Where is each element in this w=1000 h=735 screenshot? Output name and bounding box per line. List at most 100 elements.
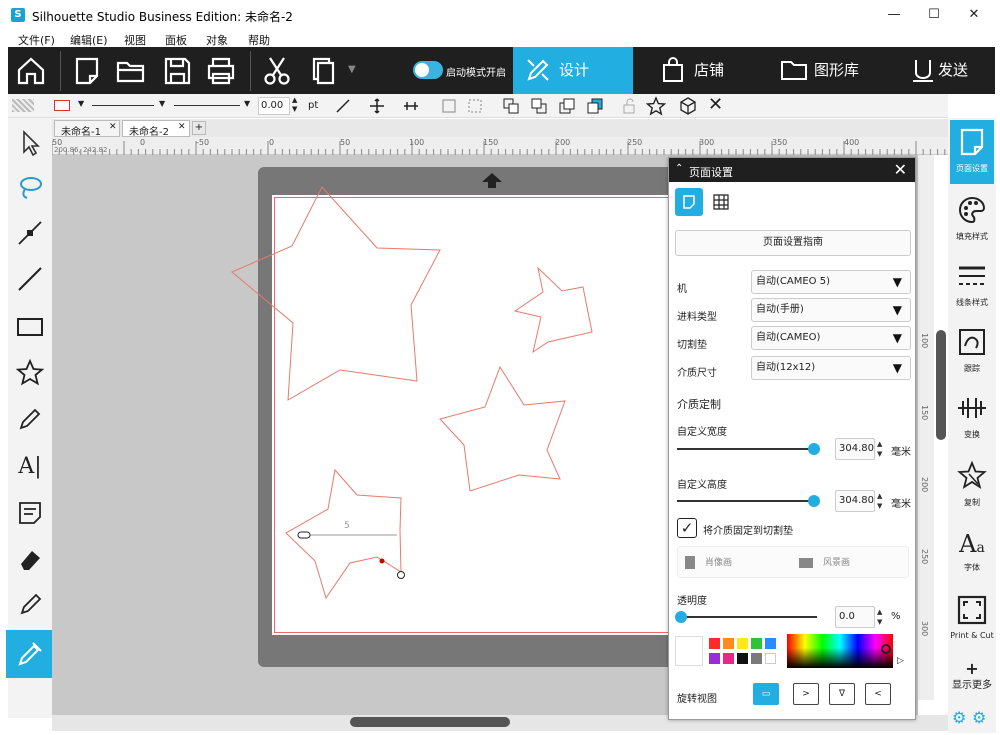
line-style-tool[interactable]: 线条样式 — [948, 260, 996, 308]
eyedropper-tool[interactable] — [6, 630, 54, 678]
print-icon[interactable] — [204, 54, 238, 88]
line-tool-icon[interactable] — [15, 264, 45, 294]
rotate-90-button[interactable]: > — [793, 683, 819, 705]
knife-tool-icon[interactable] — [15, 588, 45, 618]
machine-select[interactable]: 自动(CAMEO 5) ▼ — [751, 270, 911, 294]
color-picker-arrow-icon[interactable]: ▷ — [897, 656, 904, 666]
fill-style-tool[interactable]: 填充样式 — [948, 194, 996, 242]
save-icon[interactable] — [160, 54, 194, 88]
width-spinner[interactable]: ▲ ▼ — [877, 439, 882, 459]
ungroup-icon[interactable] — [466, 97, 484, 115]
edit-points-icon[interactable] — [15, 218, 45, 248]
menu-help[interactable]: 帮助 — [248, 32, 270, 48]
lasso-icon[interactable] — [15, 172, 45, 202]
group-icon[interactable] — [440, 97, 458, 115]
lock-media-checkbox[interactable]: ✓ — [677, 518, 697, 538]
rotate-0-button[interactable]: ▭ — [753, 683, 779, 705]
rectangle-tool-icon[interactable] — [15, 312, 45, 342]
height-slider-knob[interactable] — [808, 495, 820, 507]
height-slider-track[interactable] — [677, 500, 817, 502]
trace-tool[interactable]: 跟踪 — [948, 326, 996, 374]
grid-tab-button[interactable] — [707, 188, 735, 216]
copy-icon[interactable] — [308, 54, 342, 88]
send-to-back-icon[interactable] — [586, 97, 604, 115]
opacity-slider-knob[interactable] — [675, 611, 687, 623]
menu-file[interactable]: 文件(F) — [18, 32, 55, 48]
line-color-swatch[interactable] — [54, 100, 70, 111]
notes-icon[interactable] — [15, 498, 45, 528]
collapse-chevron-icon[interactable]: ⌃ — [675, 163, 683, 174]
text-tool-icon[interactable]: A| — [15, 452, 45, 482]
color-swatch[interactable] — [723, 653, 734, 664]
mode-toggle[interactable] — [413, 61, 443, 79]
select-arrow-icon[interactable] — [15, 128, 45, 158]
replicate-tool[interactable]: 复制 — [948, 460, 996, 508]
doc-tab-1-close-icon[interactable]: ✕ — [109, 122, 117, 132]
rotation-center[interactable] — [379, 558, 385, 564]
align-icon[interactable] — [402, 97, 420, 115]
opacity-slider-track[interactable] — [677, 616, 817, 618]
close-window-button[interactable]: ✕ — [954, 4, 994, 26]
width-slider-knob[interactable] — [808, 443, 820, 455]
doc-tab-2-close-icon[interactable]: ✕ — [178, 122, 186, 132]
corner-handle[interactable] — [397, 571, 405, 579]
color-swatch[interactable] — [765, 653, 776, 664]
font-tool[interactable]: Aa 字体 — [948, 528, 996, 573]
bring-to-front-icon[interactable] — [558, 97, 576, 115]
transform-tool[interactable]: 变换 — [948, 392, 996, 440]
line-style-dropdown-icon[interactable]: ▼ — [159, 99, 165, 108]
color-swatch[interactable] — [723, 638, 734, 649]
tab-design[interactable]: 设计 — [513, 47, 633, 94]
tab-send[interactable]: 发送 — [898, 47, 995, 94]
width-slider-track[interactable] — [677, 448, 817, 450]
height-spinner[interactable]: ▲ ▼ — [877, 491, 882, 511]
portrait-button[interactable]: 肖像画 — [685, 548, 732, 578]
bring-forward-icon[interactable] — [502, 97, 520, 115]
line-direction-icon[interactable] — [334, 97, 352, 115]
eraser-icon[interactable] — [15, 544, 45, 574]
page-setup-tool[interactable]: 页面设置 — [948, 126, 996, 174]
media-size-select[interactable]: 自动(12x12) ▼ — [751, 356, 911, 380]
paste-dropdown-icon[interactable]: ▼ — [348, 64, 356, 75]
settings-gear-icon[interactable]: ⚙ — [952, 708, 966, 727]
page-tab-button[interactable] — [675, 188, 703, 216]
star-shape-icon[interactable] — [646, 96, 666, 116]
fill-swatch[interactable] — [12, 99, 34, 112]
delete-icon[interactable]: ✕ — [708, 94, 723, 115]
line-width-input[interactable]: 0.00 — [258, 97, 290, 115]
tab-library[interactable]: 图形库 — [768, 47, 888, 94]
color-swatch[interactable] — [737, 653, 748, 664]
color-swatch[interactable] — [709, 638, 720, 649]
landscape-button[interactable]: 风景画 — [799, 548, 850, 578]
height-input[interactable]: 304.80 — [835, 490, 875, 512]
vertical-scroll-thumb[interactable] — [936, 330, 946, 440]
menu-panels[interactable]: 面板 — [165, 32, 187, 48]
measure-handle-icon[interactable] — [297, 531, 311, 539]
width-input[interactable]: 304.80 — [835, 438, 875, 460]
minimize-button[interactable]: — — [874, 4, 914, 26]
page-setup-guide-button[interactable]: 页面设置指南 — [675, 230, 911, 256]
maximize-button[interactable]: ☐ — [914, 4, 954, 26]
home-icon[interactable] — [14, 54, 48, 88]
scissors-icon[interactable] — [260, 54, 294, 88]
color-swatch[interactable] — [709, 653, 720, 664]
feed-type-select[interactable]: 自动(手册) ▼ — [751, 298, 911, 322]
mat-select[interactable]: 自动(CAMEO) ▼ — [751, 326, 911, 350]
send-backward-icon[interactable] — [530, 97, 548, 115]
opacity-input[interactable]: 0.0 — [835, 606, 875, 628]
rotate-180-button[interactable]: ∇ — [829, 683, 855, 705]
color-swatch[interactable] — [737, 638, 748, 649]
line-color-dropdown-icon[interactable]: ▼ — [78, 99, 84, 108]
show-more-tool[interactable]: + 显示更多 — [948, 661, 996, 692]
color-picker-handle[interactable] — [881, 644, 891, 654]
print-cut-tool[interactable]: Print & Cut — [948, 594, 996, 640]
current-color-swatch[interactable] — [675, 636, 703, 666]
3d-box-icon[interactable] — [678, 96, 698, 116]
color-swatch[interactable] — [751, 638, 762, 649]
menu-object[interactable]: 对象 — [206, 32, 228, 48]
star-shape-small[interactable] — [513, 266, 593, 354]
help-gear-icon[interactable]: ⚙ — [972, 708, 986, 727]
polygon-star-icon[interactable] — [15, 358, 45, 388]
star-shape-medium[interactable] — [439, 365, 566, 492]
star-shape-large[interactable] — [231, 186, 441, 401]
